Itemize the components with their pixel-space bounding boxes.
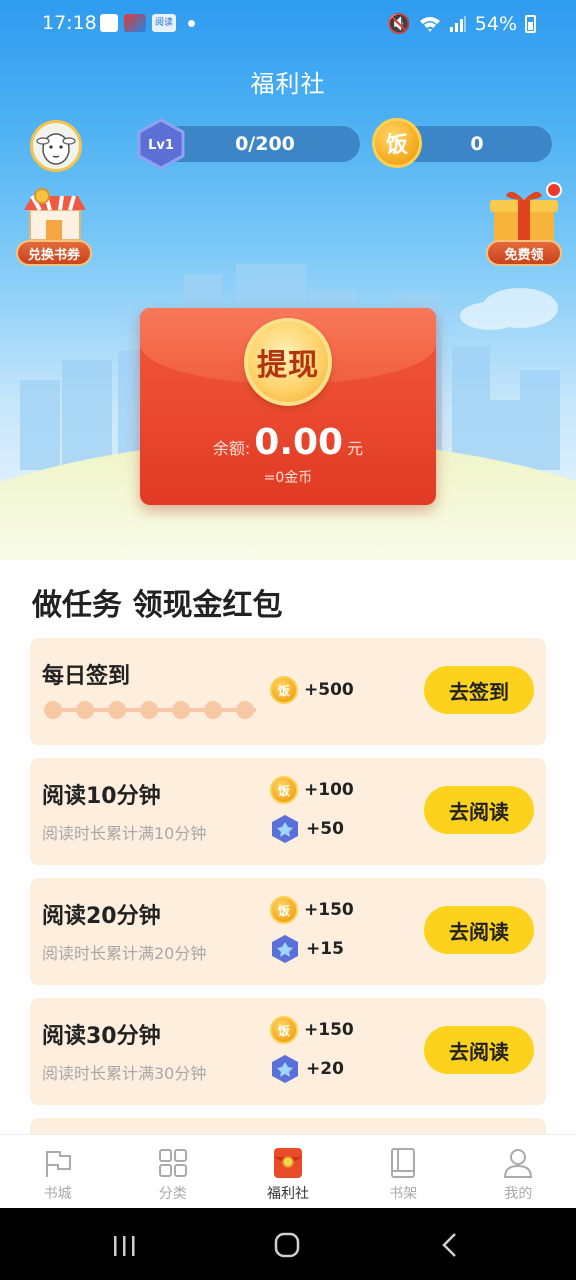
task-card-daily-checkin: 每日签到 饭 +500 去签到 <box>30 638 546 745</box>
gallery-icon <box>100 14 118 32</box>
status-bar: 17:18 阅读 🔇 54% <box>0 0 576 48</box>
shop-icon <box>24 188 86 241</box>
system-navigation-bar <box>0 1208 576 1280</box>
coin-count: 0 <box>470 133 484 155</box>
task-section-title: 做任务 领现金红包 <box>32 588 283 623</box>
read-button[interactable]: 去阅读 <box>424 906 534 954</box>
balance-label: 余额: <box>212 439 251 458</box>
coin-reward-value: +100 <box>304 780 354 800</box>
task-card-read-10: 阅读10分钟 阅读时长累计满10分钟 饭 +100 +50 去阅读 <box>30 758 546 865</box>
gem-reward: +50 <box>270 814 344 844</box>
sheep-avatar-icon <box>36 133 76 165</box>
nav-label: 书城 <box>43 1186 72 1202</box>
nav-label: 分类 <box>158 1186 187 1202</box>
nav-item-bookshelf[interactable]: 书架 <box>346 1135 461 1208</box>
read-button[interactable]: 去阅读 <box>424 1026 534 1074</box>
coin-reward: 饭 +100 <box>270 776 354 804</box>
checkin-day-dot <box>76 701 94 719</box>
task-subtitle: 阅读时长累计满10分钟 <box>42 824 207 843</box>
nav-item-welfare[interactable]: 福利社 <box>230 1135 345 1208</box>
notification-icons: 阅读 <box>100 14 195 32</box>
nav-label: 我的 <box>504 1186 533 1202</box>
wifi-icon <box>419 16 440 32</box>
nav-label: 书架 <box>389 1186 418 1202</box>
gem-reward-value: +20 <box>306 1059 344 1079</box>
checkin-progress-dots <box>44 701 254 719</box>
coin-reward: 饭 +150 <box>270 896 354 924</box>
nav-label: 福利社 <box>267 1186 309 1202</box>
rice-coin-icon: 饭 <box>270 776 298 804</box>
avatar[interactable] <box>30 120 82 172</box>
task-subtitle: 阅读时长累计满20分钟 <box>42 944 207 963</box>
rice-coin-icon: 饭 <box>372 118 422 168</box>
balance-coin-equivalent: =0金币 <box>263 470 313 486</box>
signal-icon <box>449 15 466 32</box>
exp-gem-icon <box>272 935 298 963</box>
checkin-day-dot <box>44 701 62 719</box>
battery-percent: 54% <box>474 12 517 35</box>
rice-coin-icon: 饭 <box>270 1016 298 1044</box>
red-envelope-icon <box>274 1148 302 1178</box>
exp-gem-icon <box>272 815 298 843</box>
grid-icon <box>158 1149 187 1177</box>
gem-reward-value: +50 <box>306 819 344 839</box>
level-progress-text: 0/200 <box>235 133 295 155</box>
app-icon <box>124 14 146 32</box>
notification-badge <box>546 182 562 198</box>
nav-item-category[interactable]: 分类 <box>115 1135 230 1208</box>
task-card-read-30: 阅读30分钟 阅读时长累计满30分钟 饭 +150 +20 去阅读 <box>30 998 546 1105</box>
level-badge-icon: Lv1 <box>137 118 185 170</box>
withdraw-button[interactable]: 提现 <box>244 318 332 406</box>
checkin-day-dot <box>108 701 126 719</box>
checkin-day-dot <box>172 701 190 719</box>
checkin-day-dot <box>236 701 254 719</box>
status-right: 🔇 54% <box>387 12 536 35</box>
notification-dot-icon <box>188 19 195 27</box>
recent-apps-icon[interactable] <box>112 1234 138 1258</box>
coin-reward-value: +500 <box>304 680 354 700</box>
coin-reward-value: +150 <box>304 1020 354 1040</box>
coin-reward-value: +150 <box>304 900 354 920</box>
checkin-button[interactable]: 去签到 <box>424 666 534 714</box>
nav-item-profile[interactable]: 我的 <box>461 1135 576 1208</box>
flag-icon <box>45 1151 71 1177</box>
level-label: Lv1 <box>148 138 174 153</box>
bottom-nav: 书城 分类 福利社 书架 我的 <box>0 1134 576 1208</box>
exp-gem-icon <box>272 1055 298 1083</box>
balance-unit: 元 <box>347 439 364 458</box>
mute-icon: 🔇 <box>387 13 411 35</box>
checkin-day-dot <box>204 701 222 719</box>
gem-reward-value: +15 <box>306 939 344 959</box>
balance-value: 0.00 <box>254 422 344 463</box>
task-card-read-20: 阅读20分钟 阅读时长累计满20分钟 饭 +150 +15 去阅读 <box>30 878 546 985</box>
person-icon <box>504 1149 533 1178</box>
exchange-coupon-widget[interactable]: 兑换书券 <box>12 188 96 266</box>
balance-row: 余额: 0.00 元 <box>140 422 436 463</box>
free-gift-widget[interactable]: 免费领 <box>482 182 566 266</box>
reader-app-icon: 阅读 <box>152 14 176 32</box>
task-card-partial <box>30 1118 546 1134</box>
nav-item-bookstore[interactable]: 书城 <box>0 1135 115 1208</box>
exchange-coupon-label: 兑换书券 <box>16 240 92 266</box>
battery-icon <box>525 14 536 33</box>
task-title: 阅读10分钟 <box>42 784 161 809</box>
read-button[interactable]: 去阅读 <box>424 786 534 834</box>
task-title: 阅读20分钟 <box>42 904 161 929</box>
task-title: 每日签到 <box>42 664 131 689</box>
rice-coin-icon: 饭 <box>270 896 298 924</box>
book-icon <box>391 1148 416 1178</box>
rice-coin-icon: 饭 <box>270 676 298 704</box>
gem-reward: +15 <box>270 934 344 964</box>
coin-reward: 饭 +500 <box>270 676 354 704</box>
checkin-day-dot <box>140 701 158 719</box>
free-gift-label: 免费领 <box>486 240 562 266</box>
task-subtitle: 阅读时长累计满30分钟 <box>42 1064 207 1083</box>
task-title: 阅读30分钟 <box>42 1024 161 1049</box>
status-time: 17:18 <box>42 12 97 34</box>
home-icon[interactable] <box>274 1232 302 1260</box>
page-title: 福利社 <box>250 70 326 98</box>
back-icon[interactable] <box>440 1232 460 1260</box>
coin-reward: 饭 +150 <box>270 1016 354 1044</box>
gem-reward: +20 <box>270 1054 344 1084</box>
